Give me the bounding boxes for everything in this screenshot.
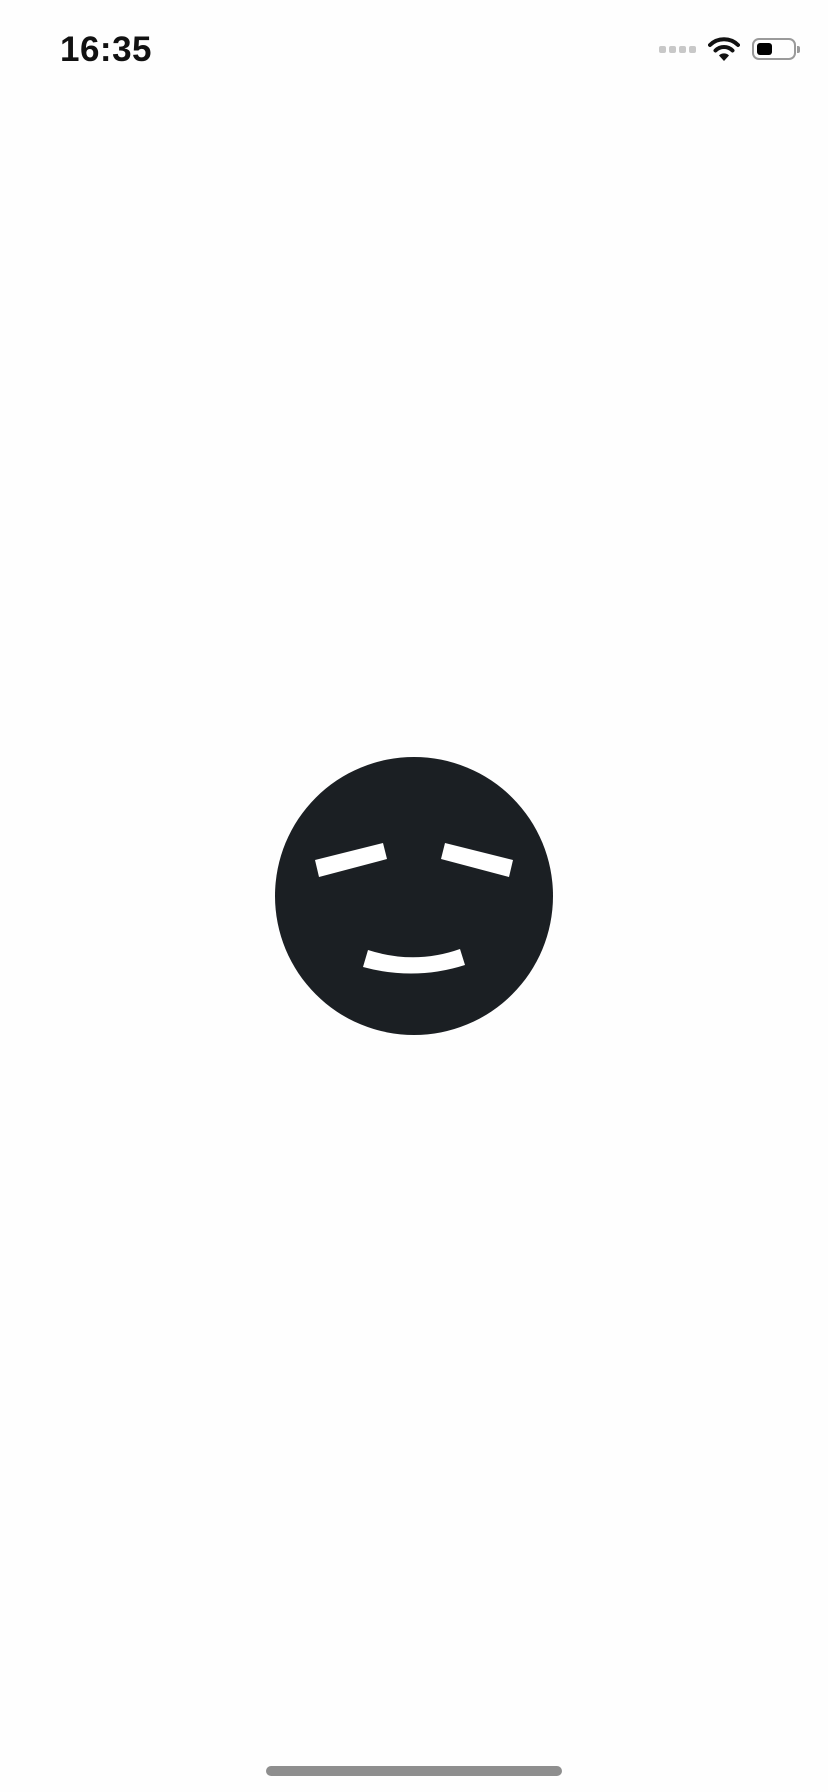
face-graphic: [275, 757, 553, 1035]
status-time: 16:35: [60, 30, 153, 69]
cellular-signal-icon: [659, 45, 696, 53]
battery-nub: [797, 46, 800, 53]
status-icons: [659, 34, 800, 64]
wifi-icon: [708, 36, 740, 62]
face-circle: [275, 757, 553, 1035]
home-indicator[interactable]: [266, 1766, 562, 1776]
battery-level: [757, 43, 773, 55]
battery-icon: [752, 38, 800, 60]
sleepy-face-icon: [275, 757, 553, 1035]
status-bar: 16:35: [0, 0, 828, 100]
